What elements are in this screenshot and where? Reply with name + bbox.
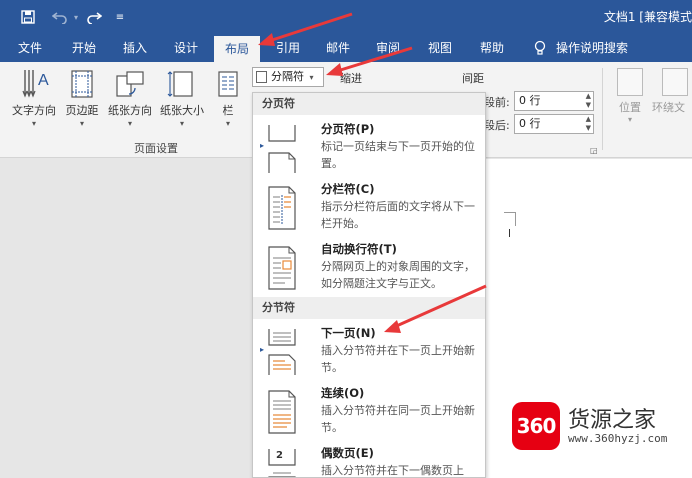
orientation-icon (113, 68, 147, 100)
columns-icon (216, 68, 240, 100)
tab-layout[interactable]: 布局 (214, 36, 260, 62)
column-break-item[interactable]: 分栏符(C) 指示分栏符后面的文字将从下一栏开始。 (253, 181, 485, 239)
page-breaks-header: 分页符 (253, 93, 485, 115)
tell-me-search[interactable]: 操作说明搜索 (556, 34, 636, 62)
spacing-before-label: 段前: (484, 96, 510, 109)
paper-size-icon (165, 68, 199, 100)
tab-home[interactable]: 开始 (62, 34, 106, 62)
spinner-arrows-icon[interactable]: ▲ ▼ (586, 92, 591, 110)
tab-design[interactable]: 设计 (164, 34, 208, 62)
breaks-dropdown-menu: 分页符 ▸ 分页符(P) 标记一页结束与下一页开始的位置。 分栏符(C) 指示分… (252, 92, 486, 478)
columns-button[interactable]: 栏 ▾ (212, 68, 244, 128)
continuous-item[interactable]: 连续(O) 插入分节符并在同一页上开始新节。 (253, 385, 485, 443)
spacing-before-input[interactable]: 0 行 ▲ ▼ (514, 91, 594, 111)
chevron-down-icon: ▾ (31, 119, 36, 128)
title-bar: ▾ ≡ 文档1 [兼容模式 (0, 0, 692, 34)
margins-icon (65, 68, 99, 100)
next-page-icon (265, 327, 299, 375)
spacing-label: 间距 (462, 72, 484, 85)
next-page-item[interactable]: ▸ 下一页(N) 插入分节符并在下一页上开始新节。 (253, 325, 485, 383)
even-page-icon: 2 (265, 447, 299, 477)
redo-icon[interactable] (82, 5, 106, 29)
text-cursor (509, 229, 510, 237)
wrap-text-button[interactable]: 环绕文 (652, 68, 692, 115)
page-break-small-icon (256, 71, 267, 83)
dialog-launcher-icon[interactable]: ◲ (590, 146, 598, 155)
group-divider (602, 68, 603, 150)
tab-mailings[interactable]: 邮件 (316, 34, 360, 62)
tab-insert[interactable]: 插入 (113, 34, 157, 62)
margin-corner-mark (504, 212, 516, 226)
margins-button[interactable]: 页边距 ▾ (62, 68, 102, 128)
even-page-item[interactable]: 2 偶数页(E) 插入分节符并在下一偶数页上 (253, 445, 485, 477)
watermark-logo: 360 (512, 402, 560, 450)
chevron-down-icon: ▾ (179, 119, 184, 128)
continuous-icon (265, 387, 299, 434)
chevron-down-icon: ▾ (79, 119, 84, 128)
text-wrapping-break-item[interactable]: 自动换行符(T) 分隔网页上的对象周围的文字，如分隔题注文字与正文。 (253, 241, 485, 299)
svg-text:A: A (38, 72, 49, 89)
tab-review[interactable]: 审阅 (366, 34, 410, 62)
page-break-item[interactable]: ▸ 分页符(P) 标记一页结束与下一页开始的位置。 (253, 121, 485, 177)
watermark-url: www.360hyzj.com (568, 432, 668, 445)
spacing-after-input[interactable]: 0 行 ▲ ▼ (514, 114, 594, 134)
spinner-arrows-icon[interactable]: ▲ ▼ (586, 115, 591, 133)
chevron-down-icon: ▾ (225, 119, 230, 128)
column-break-icon (265, 183, 299, 230)
breaks-button[interactable]: 分隔符 ▾ (252, 67, 324, 87)
tab-view[interactable]: 视图 (418, 34, 462, 62)
spacing-after-label: 段后: (484, 119, 510, 132)
lightbulb-icon[interactable] (530, 34, 550, 62)
section-breaks-header: 分节符 (253, 297, 485, 319)
document-title: 文档1 [兼容模式 (603, 10, 692, 24)
selection-marker-icon: ▸ (260, 345, 265, 354)
text-direction-icon: A (17, 68, 51, 100)
chevron-down-icon: ▾ (127, 119, 132, 128)
selection-marker-icon: ▸ (260, 141, 265, 150)
page-setup-group-label: 页面设置 (134, 142, 178, 155)
wrap-text-icon (662, 68, 688, 96)
save-icon[interactable] (16, 5, 40, 29)
paper-size-button[interactable]: 纸张大小 ▾ (156, 68, 208, 128)
text-wrapping-break-icon (265, 243, 299, 290)
orientation-button[interactable]: 纸张方向 ▾ (104, 68, 156, 128)
ribbon-tabs: 文件 开始 插入 设计 布局 引用 邮件 审阅 视图 帮助 操作说明搜索 (0, 34, 692, 62)
chevron-down-icon: ▾ (309, 73, 314, 82)
page-break-icon (265, 123, 299, 173)
tab-references[interactable]: 引用 (266, 34, 310, 62)
chevron-down-icon: ▾ (627, 115, 632, 124)
position-button[interactable]: 位置 ▾ (612, 68, 648, 124)
indent-label: 缩进 (340, 72, 362, 85)
watermark-name: 货源之家 (568, 408, 657, 433)
customize-qat-icon[interactable]: ≡ (108, 5, 132, 29)
position-icon (617, 68, 643, 96)
text-direction-button[interactable]: A 文字方向 ▾ (6, 68, 62, 128)
tab-file[interactable]: 文件 (8, 34, 52, 62)
tab-help[interactable]: 帮助 (470, 34, 514, 62)
